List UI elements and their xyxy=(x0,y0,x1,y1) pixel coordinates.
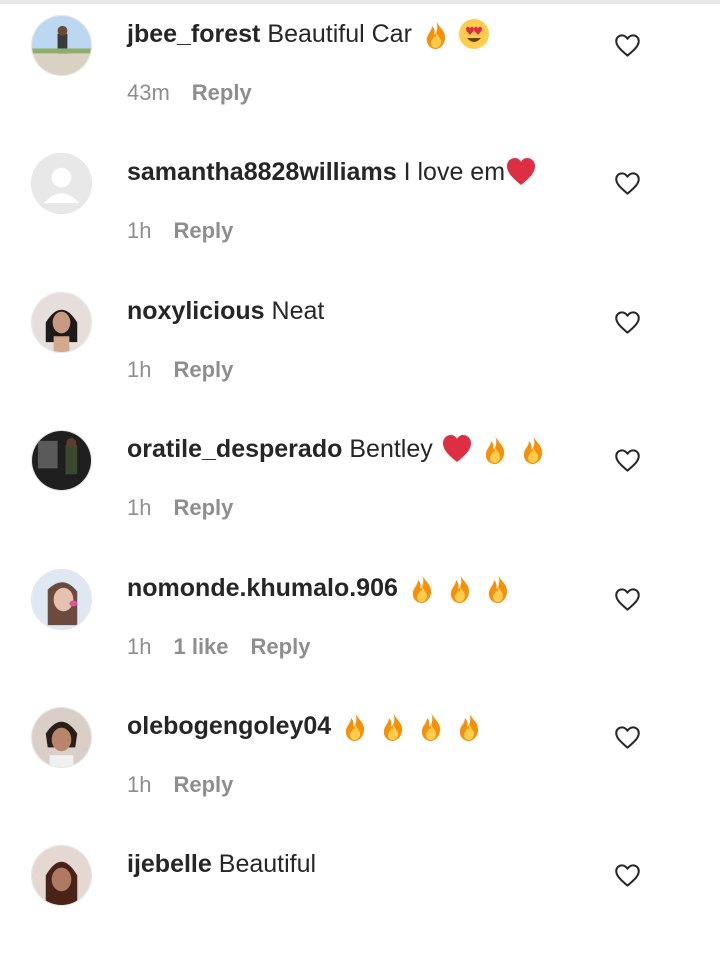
username[interactable]: nomonde.khumalo.906 xyxy=(127,570,398,606)
comment-meta: 1h 1 like Reply xyxy=(127,632,310,662)
fire-emoji xyxy=(488,574,507,603)
comment-text: noxylicious Neat xyxy=(127,293,324,329)
fire-emoji xyxy=(384,712,403,741)
heart-outline-icon[interactable] xyxy=(614,447,641,474)
comment-body: Bentley xyxy=(349,435,433,463)
comment-body: Beautiful Car xyxy=(267,20,412,48)
comment-meta: 43m Reply xyxy=(127,78,252,108)
timestamp: 1h xyxy=(127,634,152,659)
fire-emoji xyxy=(426,20,446,49)
comment-meta: 1h Reply xyxy=(127,216,233,246)
comment-text: nomonde.khumalo.906 xyxy=(127,570,514,606)
comment-body: Beautiful xyxy=(218,850,317,878)
comment-meta: 1h Reply xyxy=(127,355,233,385)
avatar[interactable] xyxy=(31,153,92,214)
emoji-group xyxy=(441,433,549,465)
heart-outline-icon[interactable] xyxy=(614,32,641,59)
username[interactable]: noxylicious xyxy=(127,293,265,329)
comment-meta: 1h Reply xyxy=(127,770,233,800)
fire-emoji xyxy=(346,712,365,741)
username[interactable]: oratile_desperado xyxy=(127,431,342,467)
comment-text: olebogengoley04 xyxy=(127,708,485,744)
avatar[interactable] xyxy=(31,15,92,76)
red-heart-emoji xyxy=(507,158,536,185)
fire-emoji xyxy=(422,712,441,741)
comment-meta: 1h Reply xyxy=(127,493,233,523)
reply-button[interactable]: Reply xyxy=(173,216,233,246)
emoji-group xyxy=(420,18,490,50)
reply-button[interactable]: Reply xyxy=(173,493,233,523)
comment-body: I love em xyxy=(403,158,506,186)
timestamp: 1h xyxy=(127,357,152,382)
username[interactable]: samantha8828williams xyxy=(127,154,397,190)
comment-text: ijebelle Beautiful xyxy=(127,846,316,882)
comment-text: oratile_desperado Bentley xyxy=(127,431,549,467)
comment-text: jbee_forest Beautiful Car xyxy=(127,16,490,52)
comment-text: samantha8828williams I love em xyxy=(127,154,537,190)
heart-outline-icon[interactable] xyxy=(614,862,641,889)
fire-emoji xyxy=(412,574,431,603)
comment-item: noxylicious Neat 1h Reply xyxy=(0,277,720,415)
username[interactable]: ijebelle xyxy=(127,846,212,882)
comment-item: ijebelle Beautiful xyxy=(0,830,720,968)
comment-item: nomonde.khumalo.906 1h 1 like Reply xyxy=(0,554,720,692)
heart-eyes-emoji xyxy=(458,19,489,49)
timestamp: 1h xyxy=(127,772,152,797)
reply-button[interactable]: Reply xyxy=(173,770,233,800)
avatar[interactable] xyxy=(31,707,92,768)
likes-count[interactable]: 1 like xyxy=(173,632,228,662)
timestamp: 1h xyxy=(127,495,152,520)
avatar[interactable] xyxy=(31,569,92,630)
avatar[interactable] xyxy=(31,292,92,353)
fire-emoji xyxy=(485,435,504,464)
comment-item: jbee_forest Beautiful Car 43m Reply xyxy=(0,0,720,138)
username[interactable]: jbee_forest xyxy=(127,16,260,52)
fire-emoji xyxy=(450,574,469,603)
avatar[interactable] xyxy=(31,845,92,906)
emoji-group xyxy=(406,572,514,604)
heart-outline-icon[interactable] xyxy=(614,586,641,613)
heart-outline-icon[interactable] xyxy=(614,309,641,336)
comment-body: Neat xyxy=(271,297,325,325)
emoji-group xyxy=(339,710,485,742)
emoji-group xyxy=(505,156,537,188)
comment-item: samantha8828williams I love em 1h Reply xyxy=(0,138,720,276)
reply-button[interactable]: Reply xyxy=(173,355,233,385)
timestamp: 43m xyxy=(127,80,170,105)
avatar[interactable] xyxy=(31,430,92,491)
timestamp: 1h xyxy=(127,218,152,243)
red-heart-emoji xyxy=(442,435,471,462)
reply-button[interactable]: Reply xyxy=(251,632,311,662)
fire-emoji xyxy=(460,712,479,741)
heart-outline-icon[interactable] xyxy=(614,170,641,197)
comment-item: olebogengoley04 1h Reply xyxy=(0,692,720,830)
reply-button[interactable]: Reply xyxy=(192,78,252,108)
username[interactable]: olebogengoley04 xyxy=(127,708,331,744)
fire-emoji xyxy=(523,435,542,464)
comment-item: oratile_desperado Bentley 1h Reply xyxy=(0,415,720,553)
heart-outline-icon[interactable] xyxy=(614,724,641,751)
